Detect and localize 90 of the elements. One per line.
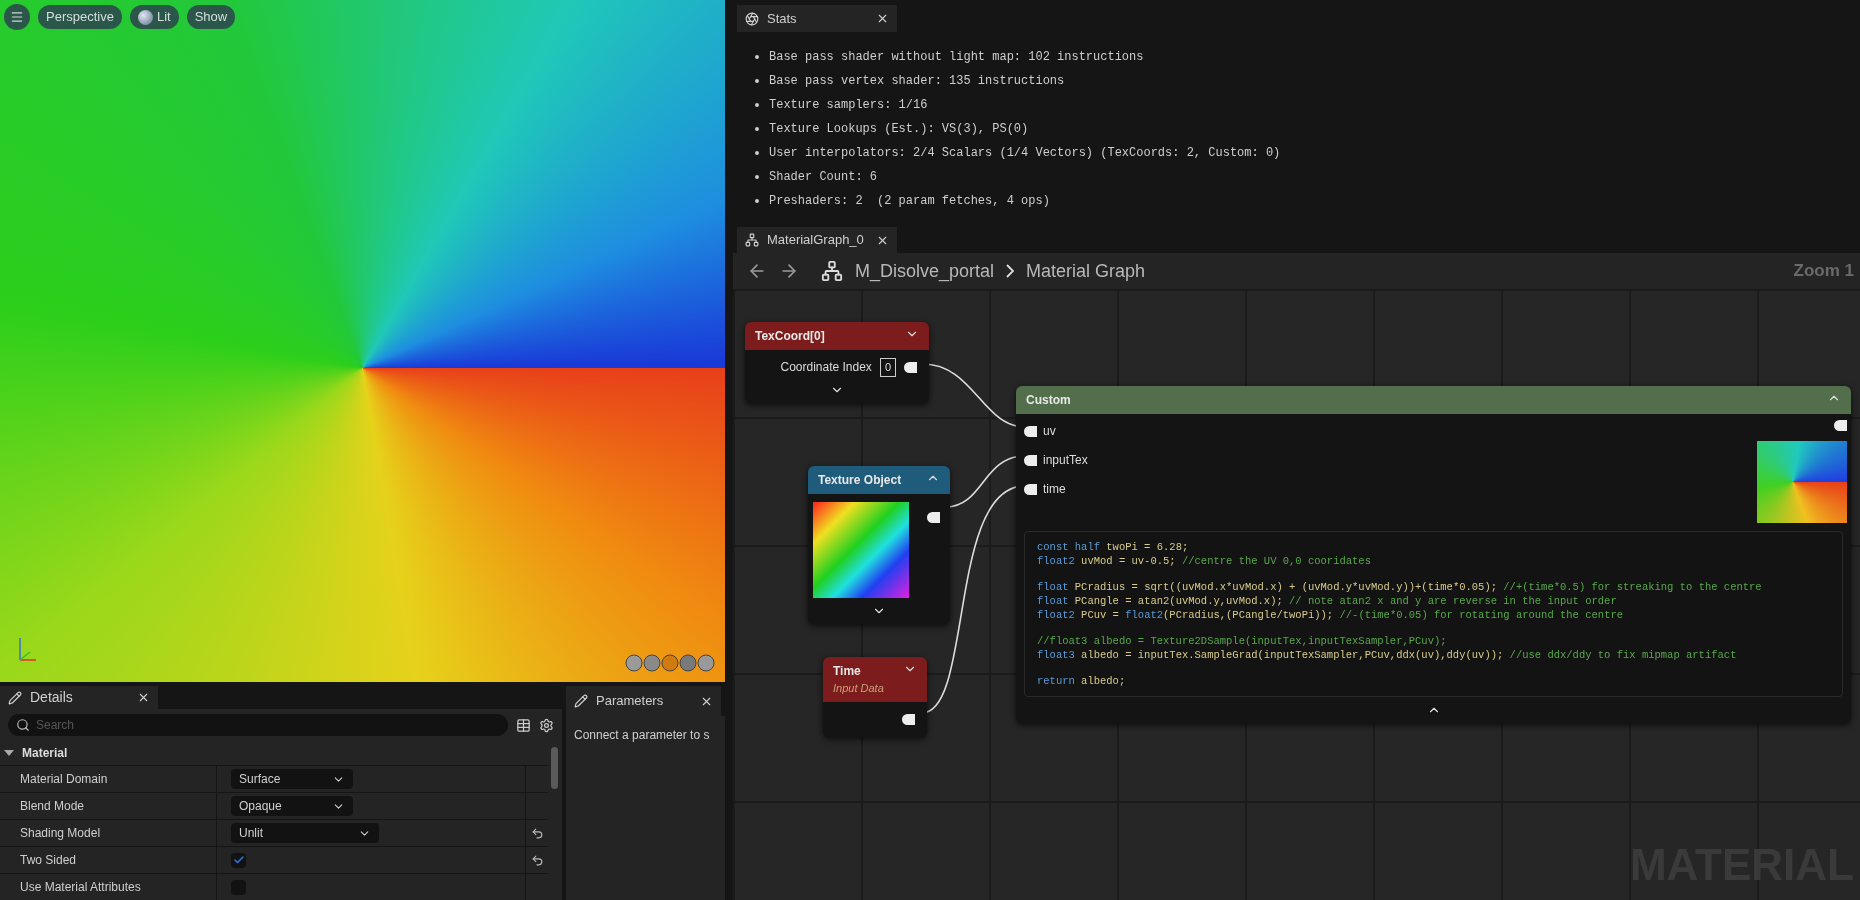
- pin-label: uv: [1043, 423, 1056, 440]
- section-header[interactable]: Material: [0, 741, 548, 765]
- property-label: Material Domain: [0, 766, 217, 792]
- toolbar-button[interactable]: Perspective: [38, 5, 122, 29]
- breadcrumb-item[interactable]: Material Graph: [1026, 257, 1146, 285]
- code-line: //float3 albedo = Texture2DSample(inputTex,inputTexSampler,PCuv);: [1037, 634, 1448, 648]
- tab-label: Stats: [767, 9, 798, 28]
- property-label: Blend Mode: [0, 793, 217, 819]
- pencil-icon: [8, 690, 22, 705]
- time-node[interactable]: Time Input Data: [823, 657, 927, 737]
- texture-node[interactable]: Texture Object: [808, 466, 950, 624]
- stat-line: User interpolators: 2/4 Scalars (1/4 Vectors) (TexCoords: 2, Custom: 0): [769, 145, 1281, 162]
- graph-tab[interactable]: MaterialGraph_0: [737, 227, 897, 253]
- property-label: Use Material Attributes: [0, 874, 217, 900]
- pin-icon[interactable]: [1834, 420, 1847, 431]
- check-icon: [232, 854, 245, 866]
- graph-icon: [821, 260, 843, 282]
- stat-line: Shader Count: 6: [769, 169, 878, 186]
- pin-icon[interactable]: [1024, 454, 1037, 466]
- chevron-icon: [1006, 264, 1015, 278]
- breadcrumb-item[interactable]: M_Disolve_portal: [855, 257, 995, 285]
- node-title: Time: [833, 663, 862, 680]
- pin-label: inputTex: [1043, 452, 1088, 469]
- dropdown[interactable]: Unlit: [231, 823, 379, 843]
- property-label: Shading Model: [0, 820, 217, 846]
- bullet-icon: [755, 79, 759, 83]
- dropdown[interactable]: Opaque: [231, 796, 353, 816]
- parameters-tab[interactable]: Parameters: [566, 686, 721, 716]
- node-title: Texture Object: [818, 472, 902, 489]
- reset-icon[interactable]: [530, 826, 544, 840]
- node-header[interactable]: TexCoord[0]: [745, 322, 929, 350]
- code-line: return albedo;: [1037, 674, 1127, 688]
- node-title: Custom: [1026, 392, 1071, 409]
- texcoord-node[interactable]: TexCoord[0] Coordinate Index 0: [745, 322, 929, 403]
- bullet-icon: [755, 103, 759, 107]
- section-title: Material: [22, 745, 68, 762]
- bullet-icon: [755, 127, 759, 131]
- checkbox[interactable]: [231, 852, 246, 868]
- node-header[interactable]: Time Input Data: [823, 657, 927, 702]
- toolbar-button[interactable]: Show: [186, 5, 236, 29]
- menu-icon: [10, 10, 24, 24]
- table-icon[interactable]: [516, 717, 531, 733]
- property-label: Two Sided: [0, 847, 217, 873]
- tab-label: Parameters: [596, 692, 665, 711]
- pin-icon[interactable]: [1024, 483, 1037, 495]
- search-icon: [16, 718, 30, 732]
- pencil-icon: [574, 694, 588, 708]
- search-field[interactable]: Search: [8, 714, 508, 736]
- bullet-icon: [755, 55, 759, 59]
- stat-line: Texture Lookups (Est.): VS(3), PS(0): [769, 121, 1029, 138]
- stat-line: Base pass shader without light map: 102 instructions: [769, 49, 1144, 66]
- code-line: float2 uvMod = uv-0.5; //centre the UV 0,0 cooridates: [1037, 554, 1372, 568]
- pin-label: time: [1043, 481, 1066, 498]
- code-line: float3 albedo = inputTex.SampleGrad(inputTexSampler,PCuv,ddx(uv),ddy(uv)); //use ddx/ddy to fix mipmap artifact: [1037, 648, 1738, 662]
- code-line: const half twoPi = 6.28;: [1037, 540, 1190, 554]
- code-line: float2 PCuv = float2(PCradius,(PCangle/twoPi)); //-(time*0.05) for rotating around the centre: [1037, 608, 1625, 622]
- node-subtitle: Input Data: [833, 681, 884, 696]
- index-field[interactable]: 0: [879, 358, 896, 377]
- menu-button[interactable]: [4, 4, 30, 30]
- tab-label: Details: [30, 688, 74, 707]
- pin-icon[interactable]: [927, 512, 940, 523]
- graph-icon: [745, 233, 759, 247]
- empty-message: Connect a parameter to s: [573, 727, 711, 744]
- pin-icon[interactable]: [1024, 425, 1037, 437]
- pin-label: Coordinate Index: [780, 359, 872, 377]
- bullet-icon: [755, 199, 759, 203]
- reset-icon[interactable]: [530, 853, 544, 867]
- lit-button[interactable]: Lit: [129, 5, 179, 29]
- scrollbar-thumb[interactable]: [551, 747, 558, 789]
- node-header[interactable]: Custom: [1016, 386, 1851, 414]
- stat-line: Texture samplers: 1/16: [769, 97, 928, 114]
- close-icon[interactable]: [137, 691, 150, 704]
- pin-icon[interactable]: [902, 713, 915, 725]
- close-icon[interactable]: [876, 12, 889, 25]
- settings-icon[interactable]: [539, 717, 554, 733]
- stat-line: Preshaders: 2 (2 param fetches, 4 ops): [769, 193, 1050, 210]
- zoom-label: Zoom 1: [1793, 260, 1854, 283]
- pin-icon[interactable]: [904, 361, 917, 373]
- dropdown[interactable]: Surface: [231, 769, 353, 789]
- stats-tab[interactable]: Stats: [737, 5, 897, 32]
- code-line: float PCradius = sqrt((uvMod.x*uvMod.x) + (uvMod.y*uvMod.y))+(time*0.05); //+(time*0.5) for streaking to the centre: [1037, 580, 1763, 594]
- bullet-icon: [755, 175, 759, 179]
- node-title: TexCoord[0]: [755, 328, 825, 345]
- custom-node[interactable]: [1016, 386, 1851, 723]
- bullet-icon: [755, 151, 759, 155]
- tab-label: MaterialGraph_0: [767, 231, 865, 250]
- stat-line: Base pass vertex shader: 135 instructions: [769, 73, 1065, 90]
- node-header[interactable]: Texture Object: [808, 466, 950, 494]
- details-tab[interactable]: Details: [0, 686, 158, 709]
- code-line: float PCangle = atan2(uvMod.y,uvMod.x); // note atan2 x and y are reverse in the input order: [1037, 594, 1618, 608]
